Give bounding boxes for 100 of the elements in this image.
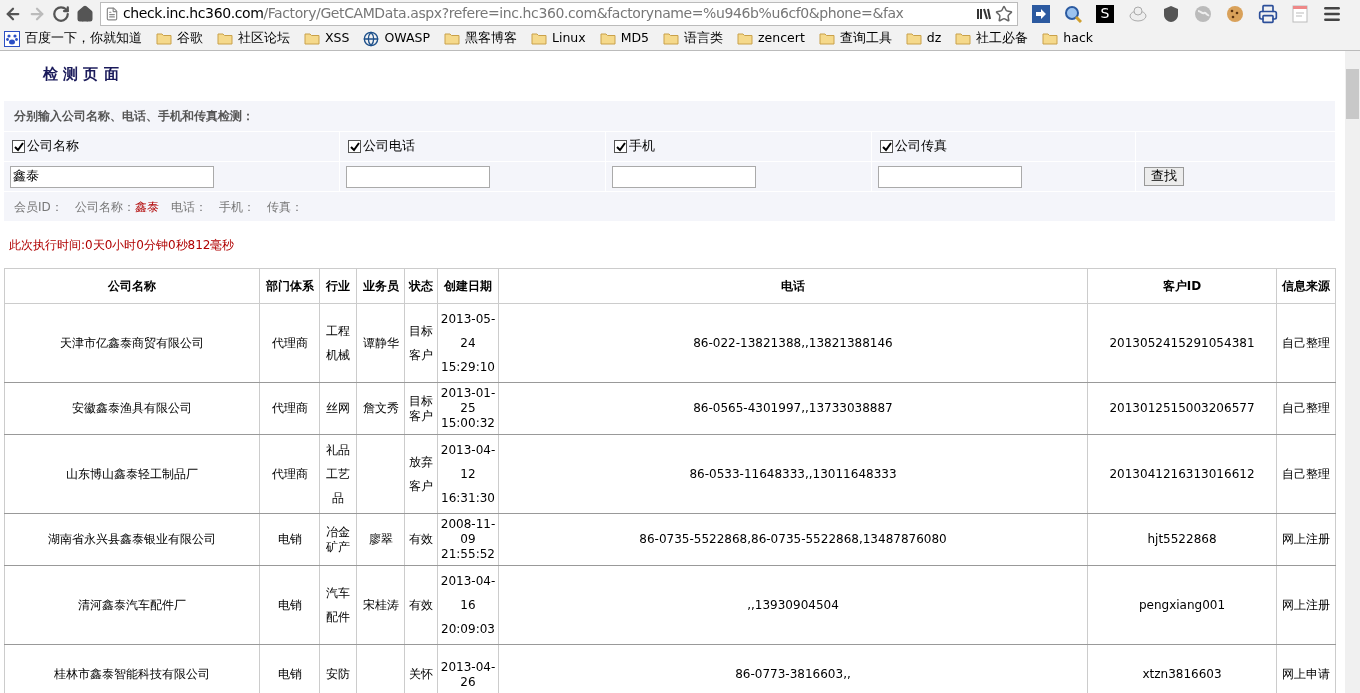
table-cell: 清河鑫泰汽车配件厂 bbox=[4, 565, 260, 645]
column-header: 行业 bbox=[319, 268, 357, 304]
summary-label: 电话： bbox=[170, 198, 207, 216]
form-instruction: 分别输入公司名称、电话、手机和传真检测： bbox=[13, 108, 255, 125]
input-field[interactable]: 鑫泰 bbox=[10, 165, 214, 188]
bookmark-item[interactable]: OWASP bbox=[363, 29, 430, 48]
folder-icon bbox=[955, 32, 972, 45]
bookmark-item[interactable]: hack bbox=[1042, 29, 1094, 48]
checkbox[interactable] bbox=[614, 140, 627, 153]
folder-icon bbox=[599, 32, 616, 45]
table-cell: 代理商 bbox=[259, 382, 320, 435]
bookmark-item[interactable]: Linux bbox=[531, 29, 586, 48]
checkbox[interactable] bbox=[348, 140, 361, 153]
folder-icon bbox=[663, 32, 680, 45]
table-cell: 电销 bbox=[259, 513, 320, 566]
summary-label: 公司名称： bbox=[74, 198, 135, 216]
table-cell: 86-0533-11648333,,13011648333 bbox=[498, 434, 1088, 514]
address-bar[interactable]: check.inc.hc360.com/Factory/GetCAMData.aspx?refere=inc.hc360.com&factoryname=%u946b%u6cf0&phone=&fax bbox=[100, 1, 1018, 26]
table-cell: pengxiang001 bbox=[1087, 565, 1277, 645]
folder-icon bbox=[818, 32, 835, 45]
column-header: 客户ID bbox=[1087, 268, 1277, 304]
table-cell: 86-0565-4301997,,13733038887 bbox=[498, 382, 1088, 435]
checkbox-label[interactable]: 手机 bbox=[606, 132, 872, 161]
folder-icon bbox=[531, 32, 547, 45]
table-cell: 工程机械 bbox=[319, 303, 357, 383]
folder-icon bbox=[156, 32, 172, 45]
folder-icon bbox=[1042, 32, 1059, 45]
table-cell: 自己整理 bbox=[1276, 434, 1336, 514]
globe-icon bbox=[363, 30, 380, 47]
table-cell: ,,13930904504 bbox=[498, 565, 1088, 645]
input-field[interactable] bbox=[612, 165, 756, 188]
table-cell: 网上注册 bbox=[1276, 565, 1336, 645]
table-cell: 有效 bbox=[404, 513, 438, 566]
table-cell: 湖南省永兴县鑫泰银业有限公司 bbox=[4, 513, 260, 566]
s-extension-icon[interactable]: S bbox=[1096, 4, 1114, 23]
table-cell: 2013-04-16 20:09:03 bbox=[437, 565, 499, 645]
column-header: 电话 bbox=[498, 268, 1088, 304]
bookmark-item[interactable]: dz bbox=[905, 29, 942, 48]
bookmark-item[interactable]: 黑客博客 bbox=[444, 29, 517, 48]
home-icon[interactable] bbox=[76, 4, 94, 23]
reader-icon bbox=[977, 7, 991, 20]
arrow-extension-icon[interactable] bbox=[1032, 4, 1050, 23]
scroll-thumb[interactable] bbox=[1346, 69, 1359, 119]
table-cell: 桂林市鑫泰智能科技有限公司 bbox=[4, 644, 260, 693]
table-cell: 代理商 bbox=[259, 434, 320, 514]
checkbox-label[interactable]: 公司电话 bbox=[340, 132, 606, 161]
table-cell: 电销 bbox=[259, 565, 320, 645]
table-cell: 2013012515003206577 bbox=[1087, 382, 1277, 435]
bookmark-item[interactable]: 语言类 bbox=[663, 29, 724, 48]
bookmark-item[interactable]: XSS bbox=[304, 29, 350, 48]
reload-icon[interactable] bbox=[52, 4, 70, 23]
table-cell: 丝网 bbox=[319, 382, 357, 435]
table-cell: 谭静华 bbox=[356, 303, 405, 383]
column-header: 创建日期 bbox=[437, 268, 499, 304]
star-icon[interactable] bbox=[995, 4, 1013, 23]
column-header: 状态 bbox=[404, 268, 438, 304]
bookmark-item[interactable]: zencert bbox=[737, 29, 805, 48]
bookmark-item[interactable]: 查询工具 bbox=[818, 29, 892, 48]
summary-label: 传真： bbox=[266, 198, 303, 216]
cookie-icon[interactable] bbox=[1226, 4, 1244, 23]
checkbox[interactable] bbox=[12, 140, 25, 153]
input-field[interactable] bbox=[346, 165, 490, 188]
column-header: 部门体系 bbox=[259, 268, 320, 304]
paw-icon bbox=[4, 30, 20, 47]
bookmark-item[interactable]: 社区论坛 bbox=[217, 29, 290, 48]
page-title: 检 测 页 面 bbox=[41, 64, 120, 85]
column-header: 公司名称 bbox=[4, 268, 260, 304]
table-cell: 詹文秀 bbox=[356, 382, 405, 435]
folder-icon bbox=[217, 32, 233, 45]
column-header: 业务员 bbox=[356, 268, 405, 304]
checkbox-label[interactable]: 公司传真 bbox=[872, 132, 1136, 161]
scrollbar[interactable] bbox=[1345, 51, 1360, 693]
table-cell: 放弃客户 bbox=[404, 434, 438, 514]
input-field[interactable] bbox=[878, 165, 1022, 188]
bookmark-item[interactable]: 社工必备 bbox=[955, 29, 1029, 48]
bookmark-item[interactable]: 谷歌 bbox=[156, 29, 203, 48]
table-cell: 山东博山鑫泰轻工制品厂 bbox=[4, 434, 260, 514]
magnifier-extension-icon[interactable] bbox=[1064, 4, 1082, 23]
summary-value: 鑫泰 bbox=[134, 198, 159, 216]
table-cell: 2013-01-25 15:00:32 bbox=[437, 382, 499, 435]
bookmark-item[interactable]: 百度一下，你就知道 bbox=[4, 29, 142, 48]
checkbox-label[interactable]: 公司名称 bbox=[4, 132, 340, 161]
shield-extension-icon[interactable] bbox=[1162, 4, 1180, 23]
column-header: 信息来源 bbox=[1276, 268, 1336, 304]
summary-label: 手机： bbox=[218, 198, 255, 216]
table-cell: 自己整理 bbox=[1276, 303, 1336, 383]
table-cell: 天津市亿鑫泰商贸有限公司 bbox=[4, 303, 260, 383]
table-cell: 代理商 bbox=[259, 303, 320, 383]
table-cell: 目标客户 bbox=[404, 382, 438, 435]
search-button[interactable]: 查找 bbox=[1144, 167, 1184, 186]
table-cell: 86-022-13821388,,13821388146 bbox=[498, 303, 1088, 383]
table-cell: 汽车配件 bbox=[319, 565, 357, 645]
bookmark-item[interactable]: MD5 bbox=[599, 29, 650, 48]
folder-icon bbox=[905, 32, 922, 45]
table-cell: 安徽鑫泰渔具有限公司 bbox=[4, 382, 260, 435]
table-cell: 2008-11-09 21:55:52 bbox=[437, 513, 499, 566]
folder-icon bbox=[737, 32, 754, 45]
printer-icon[interactable] bbox=[1258, 3, 1278, 24]
table-cell: 2013052415291054381 bbox=[1087, 303, 1277, 383]
checkbox[interactable] bbox=[880, 140, 893, 153]
